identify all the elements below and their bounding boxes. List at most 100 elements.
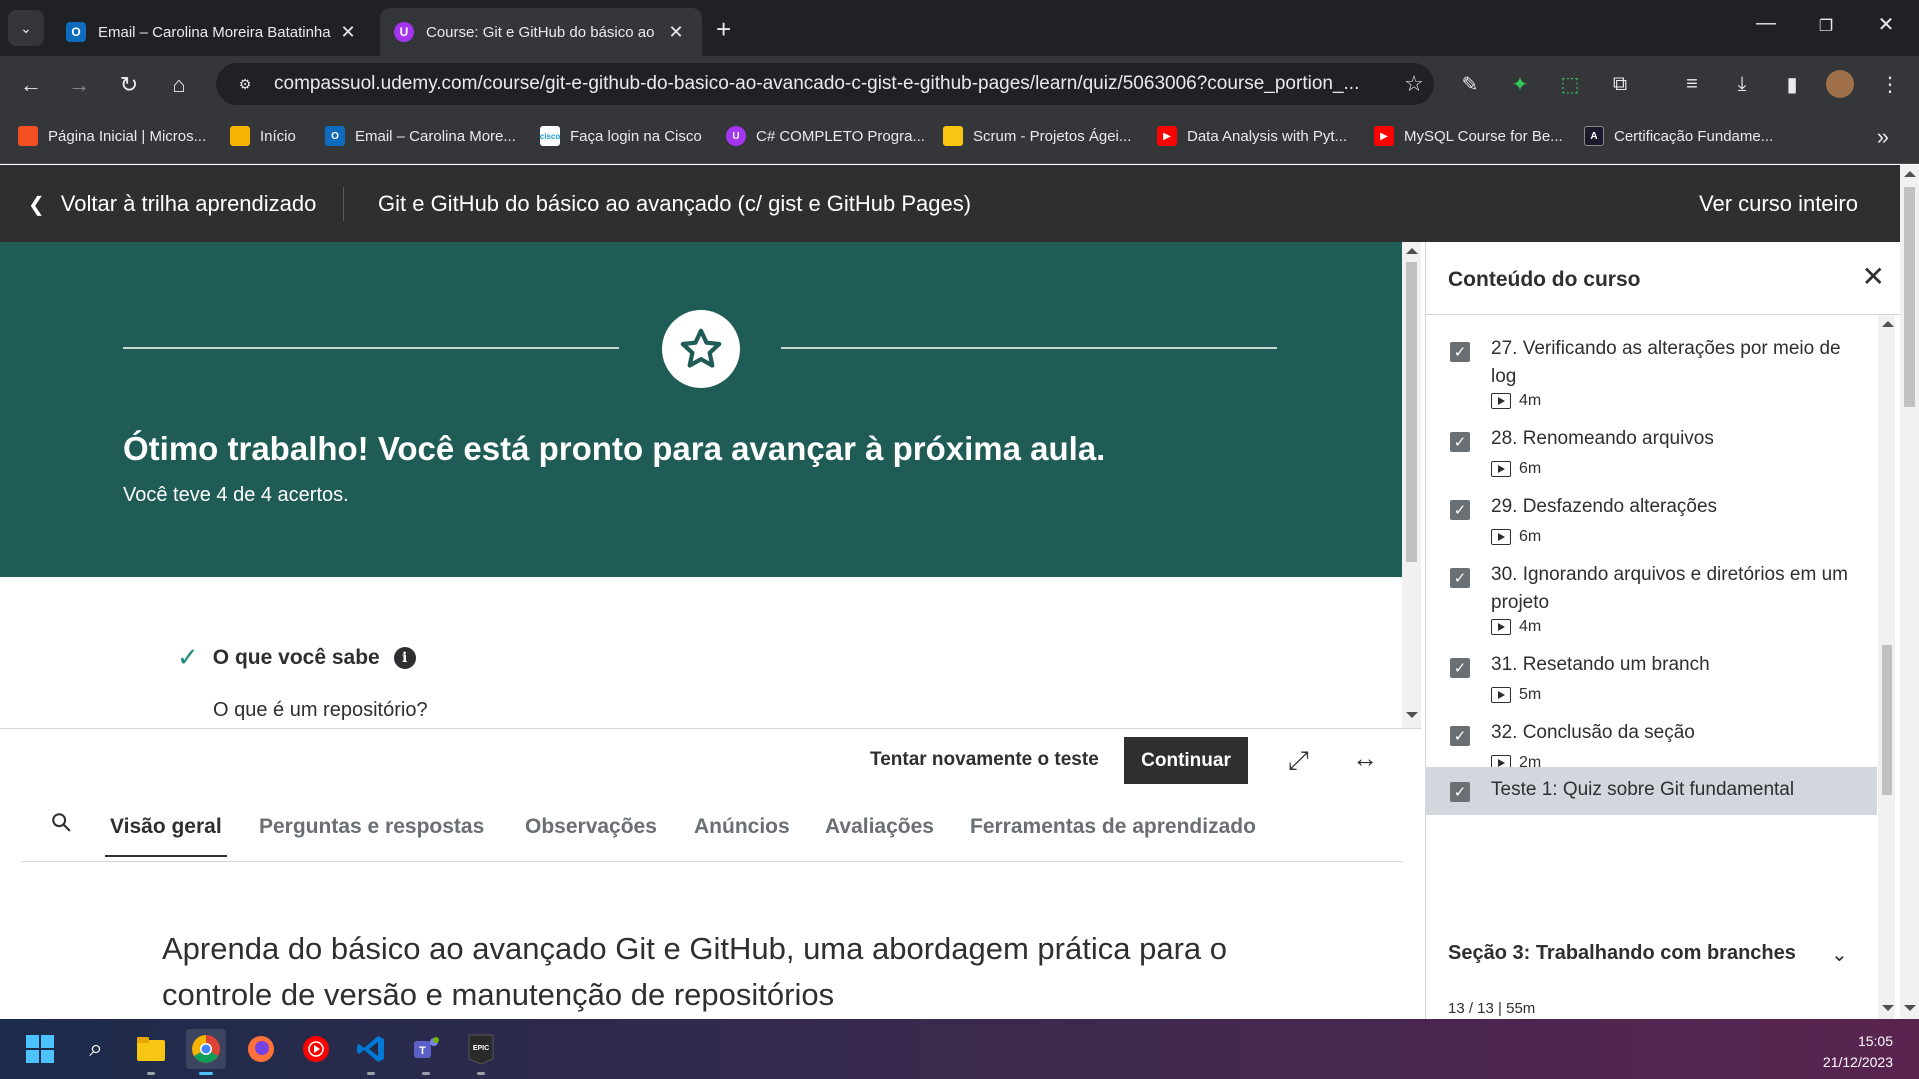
retry-quiz-button[interactable]: Tentar novamente o teste (870, 749, 1099, 771)
chrome-icon[interactable] (186, 1029, 226, 1075)
browser-tab-email[interactable]: O Email – Carolina Moreira Batatinha ✕ (52, 8, 374, 56)
bookmark-item[interactable]: Página Inicial | Micros... (18, 126, 206, 146)
scroll-up-icon[interactable] (1882, 321, 1894, 327)
checkbox-checked[interactable]: ✓ (1450, 658, 1470, 678)
bookmark-item[interactable]: A Certificação Fundame... (1584, 126, 1773, 146)
bookmark-label: Data Analysis with Pyt... (1187, 127, 1348, 145)
firefox-icon[interactable] (241, 1029, 281, 1069)
tab-reviews[interactable]: Avaliações (825, 815, 934, 839)
chevron-down-icon[interactable]: ⌄ (1831, 942, 1848, 967)
expand-width-icon[interactable]: ↔ (1352, 743, 1378, 774)
bookmark-label: Scrum - Projetos Ágei... (973, 127, 1132, 145)
close-icon[interactable]: ✕ (1862, 260, 1885, 293)
browser-tab-course[interactable]: U Course: Git e GitHub do básico ao ✕ (380, 8, 702, 56)
bookmark-item[interactable]: U C# COMPLETO Progra... (726, 126, 925, 146)
scroll-up-icon[interactable] (1904, 171, 1916, 177)
lecture-item[interactable]: ✓ 29. Desfazendo alterações 6m (1426, 473, 1876, 545)
more-bookmarks-icon[interactable]: » (1877, 124, 1889, 150)
bookmark-star-icon[interactable]: ☆ (1394, 71, 1434, 97)
back-icon[interactable]: ← (16, 70, 46, 100)
youtube-music-icon[interactable] (296, 1029, 336, 1069)
checkbox-checked[interactable]: ✓ (1450, 726, 1470, 746)
lecture-item-current[interactable]: ✓ Teste 1: Quiz sobre Git fundamental (1426, 767, 1877, 815)
lecture-item[interactable]: ✓ 32. Conclusão da seção 2m (1426, 699, 1876, 771)
address-bar[interactable]: ⚙ compassuol.udemy.com/course/git-e-gith… (216, 63, 1434, 105)
checkbox-checked[interactable]: ✓ (1450, 500, 1470, 520)
scroll-down-icon[interactable] (1882, 1005, 1894, 1011)
search-icon[interactable] (50, 811, 72, 833)
knowledge-section-header: ✓ O que você sabe i (177, 642, 416, 673)
bookmark-item[interactable]: Scrum - Projetos Ágei... (943, 126, 1131, 146)
view-full-course-link[interactable]: Ver curso inteiro (1699, 191, 1858, 217)
search-icon[interactable]: ⌕ (76, 1029, 116, 1069)
tab-notes[interactable]: Observações (525, 815, 657, 839)
extension-icon[interactable]: ✦ (1506, 70, 1534, 98)
tab-announcements[interactable]: Anúncios (694, 815, 790, 839)
bookmark-item[interactable]: ▶ MySQL Course for Be... (1374, 126, 1563, 146)
tab-overview[interactable]: Visão geral (105, 815, 227, 857)
site-info-icon[interactable]: ⚙ (232, 71, 258, 97)
media-control-icon[interactable]: ≡ (1678, 70, 1706, 98)
bookmark-label: MySQL Course for Be... (1404, 127, 1563, 145)
bookmark-item[interactable]: ▶ Data Analysis with Pyt... (1157, 126, 1347, 146)
scroll-thumb[interactable] (1406, 262, 1417, 562)
fullscreen-icon[interactable]: ⤢ (1288, 745, 1309, 777)
forward-icon[interactable]: → (64, 70, 94, 100)
sidebar-scrollbar[interactable] (1878, 315, 1895, 1019)
window-close-icon[interactable]: ✕ (1871, 12, 1901, 37)
quiz-result-panel: Ótimo trabalho! Você está pronto para av… (0, 242, 1402, 728)
lecture-item[interactable]: ✓ 30. Ignorando arquivos e diretórios em… (1426, 541, 1876, 635)
windows-start-icon[interactable] (20, 1029, 60, 1069)
page-scrollbar[interactable] (1900, 165, 1919, 1019)
section-title[interactable]: Seção 3: Trabalhando com branches (1448, 940, 1858, 966)
system-clock[interactable]: 15:05 21/12/2023 (1823, 1031, 1893, 1073)
checkbox-checked[interactable]: ✓ (1450, 432, 1470, 452)
bookmark-item[interactable]: Início (230, 126, 296, 146)
close-tab-icon[interactable]: ✕ (664, 22, 688, 43)
lecture-item[interactable]: ✓ 27. Verificando as alterações por meio… (1426, 315, 1876, 409)
tab-search-dropdown[interactable]: ⌄ (8, 10, 44, 46)
url-text[interactable]: compassuol.udemy.com/course/git-e-github… (274, 73, 1394, 95)
profile-avatar[interactable] (1826, 70, 1854, 98)
stage-scrollbar[interactable] (1402, 242, 1421, 728)
home-icon[interactable]: ⌂ (164, 70, 194, 100)
lecture-title: 32. Conclusão da seção (1491, 722, 1695, 743)
lecture-item[interactable]: ✓ 28. Renomeando arquivos 6m (1426, 405, 1876, 477)
tab-learning-tools[interactable]: Ferramentas de aprendizado (970, 815, 1256, 839)
eyedropper-icon[interactable]: ✎ (1456, 70, 1484, 98)
scroll-thumb[interactable] (1882, 645, 1892, 795)
scroll-up-icon[interactable] (1406, 248, 1418, 254)
lecture-title: 27. Verificando as alterações por meio d… (1491, 338, 1841, 387)
tab-qa[interactable]: Perguntas e respostas (259, 815, 484, 839)
close-tab-icon[interactable]: ✕ (336, 22, 360, 43)
lecture-item[interactable]: ✓ 31. Resetando um branch 5m (1426, 631, 1876, 703)
score-text: Você teve 4 de 4 acertos. (123, 484, 349, 506)
epic-games-icon[interactable]: EPIC (461, 1029, 501, 1075)
scroll-thumb[interactable] (1904, 187, 1915, 407)
back-to-path-link[interactable]: ❮ Voltar à trilha aprendizado (28, 191, 316, 217)
menu-icon[interactable]: ⋮ (1876, 70, 1904, 98)
bookmark-item[interactable]: cisco Faça login na Cisco (540, 126, 702, 146)
checkbox-checked[interactable]: ✓ (1450, 342, 1470, 362)
clock-date: 21/12/2023 (1822, 1054, 1893, 1070)
extensions-puzzle-icon[interactable]: ⧉ (1606, 70, 1634, 98)
checkbox-checked[interactable]: ✓ (1450, 568, 1470, 588)
file-explorer-icon[interactable] (131, 1029, 171, 1075)
teams-icon[interactable]: T (406, 1029, 446, 1075)
side-panel-icon[interactable]: ▮ (1778, 70, 1806, 98)
new-tab-button[interactable]: + (716, 14, 731, 45)
restore-icon[interactable]: ❐ (1811, 16, 1841, 36)
minimize-icon[interactable]: — (1751, 12, 1781, 35)
reload-icon[interactable]: ↻ (114, 70, 144, 100)
bookmark-item[interactable]: O Email – Carolina More... (325, 126, 516, 146)
vscode-icon[interactable] (351, 1029, 391, 1075)
checkbox-checked[interactable]: ✓ (1450, 782, 1470, 802)
info-icon[interactable]: i (393, 646, 416, 669)
scroll-down-icon[interactable] (1406, 712, 1418, 718)
course-title: Git e GitHub do básico ao avançado (c/ g… (378, 191, 972, 216)
scroll-down-icon[interactable] (1904, 1005, 1916, 1011)
download-icon[interactable]: ⤓ (1728, 70, 1756, 98)
screenshot-icon[interactable]: ⬚ (1556, 70, 1584, 98)
banner-divider (781, 347, 1277, 349)
continue-button[interactable]: Continuar (1124, 737, 1248, 784)
